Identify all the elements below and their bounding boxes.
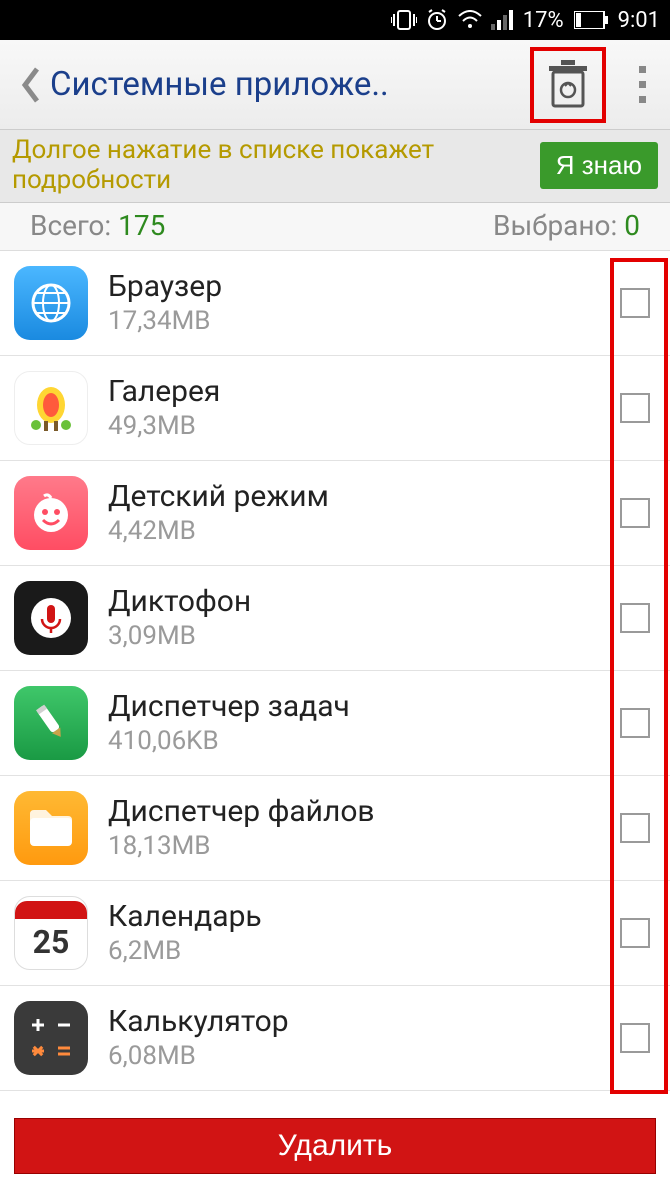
app-size: 410,06KB [108, 726, 620, 756]
app-name: Детский режим [108, 479, 620, 514]
total-count: Всего: 175 [30, 209, 165, 242]
app-header: Системные приложе.. [0, 40, 670, 130]
list-item[interactable]: Калькулятор6,08MB [0, 986, 670, 1091]
delete-button[interactable]: Удалить [14, 1118, 656, 1174]
app-checkbox[interactable] [620, 498, 650, 528]
app-checkbox[interactable] [620, 288, 650, 318]
recorder-icon [14, 581, 88, 655]
app-size: 6,2MB [108, 936, 620, 966]
app-name: Диспетчер задач [108, 689, 620, 724]
hint-text: Долгое нажатие в списке покажет подробно… [12, 136, 540, 196]
app-list: Браузер17,34MB Галерея49,3MB Детский режим… [0, 251, 670, 1091]
app-checkbox[interactable] [620, 918, 650, 948]
signal-icon [491, 10, 513, 30]
app-text: Календарь6,2MB [108, 899, 620, 966]
dot-icon [639, 81, 646, 88]
app-text: Диспетчер файлов18,13MB [108, 794, 620, 861]
browser-icon [14, 266, 88, 340]
app-size: 4,42MB [108, 516, 620, 546]
app-name: Календарь [108, 899, 620, 934]
calc-icon [14, 1001, 88, 1075]
trash-highlight [530, 47, 606, 123]
selected-label: Выбрано: [493, 209, 617, 242]
selected-value: 0 [624, 209, 640, 242]
dot-icon [639, 96, 646, 103]
total-label: Всего: [30, 209, 111, 242]
gallery-icon [14, 371, 88, 445]
battery-pct: 17% [523, 8, 564, 33]
list-item[interactable]: Галерея49,3MB [0, 356, 670, 461]
app-checkbox[interactable] [620, 813, 650, 843]
app-size: 18,13MB [108, 831, 620, 861]
page-title: Системные приложе.. [50, 65, 530, 104]
trash-icon [547, 60, 589, 110]
app-name: Калькулятор [108, 1004, 620, 1039]
trash-button[interactable] [540, 53, 596, 117]
app-text: Браузер17,34MB [108, 269, 620, 336]
wifi-icon [457, 10, 483, 30]
list-item[interactable]: 25 Календарь6,2MB [0, 881, 670, 986]
files-icon [14, 791, 88, 865]
list-item[interactable]: Диктофон3,09MB [0, 566, 670, 671]
app-checkbox[interactable] [620, 1023, 650, 1053]
app-text: Галерея49,3MB [108, 374, 620, 441]
app-name: Браузер [108, 269, 620, 304]
list-item[interactable]: Диспетчер файлов18,13MB [0, 776, 670, 881]
chevron-left-icon [19, 65, 41, 105]
back-button[interactable] [10, 55, 50, 115]
task-icon [14, 686, 88, 760]
calendar-icon: 25 [14, 896, 88, 970]
list-item[interactable]: Диспетчер задач410,06KB [0, 671, 670, 776]
overflow-menu-button[interactable] [630, 55, 654, 115]
total-value: 175 [118, 209, 165, 242]
app-name: Галерея [108, 374, 620, 409]
app-name: Диктофон [108, 584, 620, 619]
app-size: 6,08MB [108, 1041, 620, 1071]
app-size: 49,3MB [108, 411, 620, 441]
app-checkbox[interactable] [620, 708, 650, 738]
list-item[interactable]: Браузер17,34MB [0, 251, 670, 356]
app-checkbox[interactable] [620, 393, 650, 423]
hint-bar: Долгое нажатие в списке покажет подробно… [0, 130, 670, 203]
alarm-icon [425, 8, 449, 32]
app-size: 3,09MB [108, 621, 620, 651]
app-text: Калькулятор6,08MB [108, 1004, 620, 1071]
dot-icon [639, 66, 646, 73]
delete-bar: Удалить [0, 1106, 670, 1192]
app-text: Диктофон3,09MB [108, 584, 620, 651]
selected-count: Выбрано: 0 [493, 209, 640, 242]
kids-icon [14, 476, 88, 550]
app-text: Диспетчер задач410,06KB [108, 689, 620, 756]
app-name: Диспетчер файлов [108, 794, 620, 829]
status-bar: 17% 9:01 [0, 0, 670, 40]
app-checkbox[interactable] [620, 603, 650, 633]
battery-icon [574, 11, 608, 29]
clock: 9:01 [618, 8, 660, 33]
list-item[interactable]: Детский режим4,42MB [0, 461, 670, 566]
vibrate-icon [391, 9, 417, 31]
app-size: 17,34MB [108, 306, 620, 336]
summary-bar: Всего: 175 Выбрано: 0 [0, 203, 670, 251]
hint-dismiss-button[interactable]: Я знаю [540, 142, 658, 189]
app-text: Детский режим4,42MB [108, 479, 620, 546]
status-icons [391, 8, 513, 32]
